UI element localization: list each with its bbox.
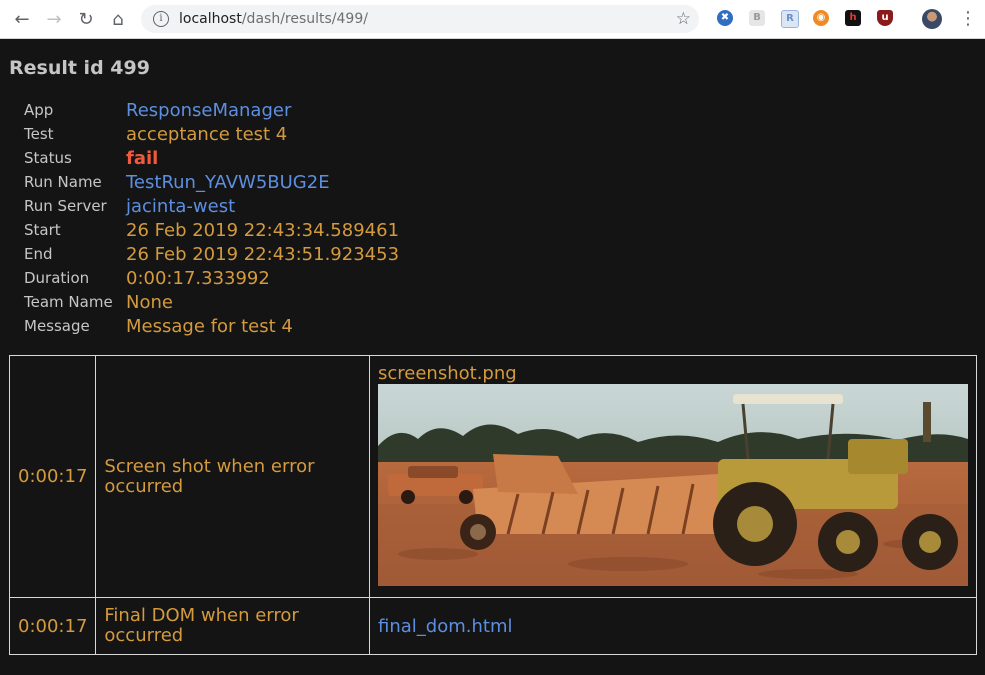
detail-label: Run Server <box>24 197 107 215</box>
extension-icon-5[interactable]: h <box>845 10 861 26</box>
info-icon[interactable]: i <box>153 11 169 27</box>
star-icon[interactable]: ☆ <box>676 9 691 29</box>
detail-value: None <box>126 291 173 313</box>
detail-value: Message for test 4 <box>126 315 293 337</box>
artifact-description: Screen shot when error occurred <box>95 355 370 598</box>
forward-arrow-icon[interactable]: → <box>41 6 67 32</box>
detail-label: Test <box>24 125 54 143</box>
detail-row-start: Start 26 Feb 2019 22:43:34.589461 <box>24 218 399 242</box>
detail-label: Team Name <box>24 293 113 311</box>
extension-icon-1[interactable]: ✖ <box>717 10 733 26</box>
extension-icon-4[interactable]: ◉ <box>813 10 829 26</box>
page-title: Result id 499 <box>9 57 150 79</box>
url-text: localhost/dash/results/499/ <box>179 11 368 27</box>
artifact-cell: final_dom.html <box>369 597 977 655</box>
result-details: App ResponseManager Test acceptance test… <box>24 98 399 338</box>
detail-label: Duration <box>24 269 90 287</box>
detail-value: 26 Feb 2019 22:43:51.923453 <box>126 243 400 265</box>
address-bar[interactable]: i localhost/dash/results/499/ ☆ <box>141 5 699 33</box>
ublock-shield-icon[interactable]: u <box>877 10 893 26</box>
extension-icon-3[interactable]: R <box>781 10 799 28</box>
detail-row-run-name: Run Name TestRun_YAVW5BUG2E <box>24 170 399 194</box>
home-icon[interactable]: ⌂ <box>105 6 131 32</box>
detail-row-test: Test acceptance test 4 <box>24 122 399 146</box>
final-dom-link[interactable]: final_dom.html <box>378 616 512 637</box>
screenshot-filename[interactable]: screenshot.png <box>378 364 968 384</box>
run-name-link[interactable]: TestRun_YAVW5BUG2E <box>126 172 330 193</box>
artifact-time: 0:00:17 <box>8 355 97 598</box>
artifact-time: 0:00:17 <box>8 597 97 655</box>
detail-row-run-server: Run Server jacinta-west <box>24 194 399 218</box>
extension-icon-2[interactable]: B <box>749 10 765 26</box>
browser-toolbar: ← → ↻ ⌂ i localhost/dash/results/499/ ☆ … <box>0 0 985 39</box>
detail-value: 0:00:17.333992 <box>126 267 270 289</box>
kebab-menu-icon[interactable]: ⋮ <box>959 8 977 29</box>
status-badge: fail <box>126 147 159 169</box>
table-row: 0:00:17 Final DOM when error occurred fi… <box>8 597 977 655</box>
detail-value: acceptance test 4 <box>126 123 288 145</box>
detail-row-team-name: Team Name None <box>24 290 399 314</box>
detail-label: Message <box>24 317 90 335</box>
detail-label: App <box>24 101 54 119</box>
artifacts-table: 0:00:17 Screen shot when error occurred … <box>8 355 977 655</box>
detail-row-message: Message Message for test 4 <box>24 314 399 338</box>
artifact-description: Final DOM when error occurred <box>95 597 370 655</box>
detail-label: Status <box>24 149 72 167</box>
detail-row-duration: Duration 0:00:17.333992 <box>24 266 399 290</box>
back-arrow-icon[interactable]: ← <box>9 6 35 32</box>
detail-label: End <box>24 245 53 263</box>
detail-row-end: End 26 Feb 2019 22:43:51.923453 <box>24 242 399 266</box>
detail-label: Start <box>24 221 61 239</box>
screenshot-image[interactable] <box>378 384 968 586</box>
detail-value: 26 Feb 2019 22:43:34.589461 <box>126 219 400 241</box>
table-row: 0:00:17 Screen shot when error occurred … <box>8 355 977 598</box>
detail-row-status: Status fail <box>24 146 399 170</box>
artifact-cell: screenshot.png <box>369 355 977 598</box>
profile-avatar[interactable] <box>922 9 942 29</box>
app-link[interactable]: ResponseManager <box>126 100 291 121</box>
run-server-link[interactable]: jacinta-west <box>126 196 235 217</box>
reload-icon[interactable]: ↻ <box>73 6 99 32</box>
detail-row-app: App ResponseManager <box>24 98 399 122</box>
detail-label: Run Name <box>24 173 102 191</box>
